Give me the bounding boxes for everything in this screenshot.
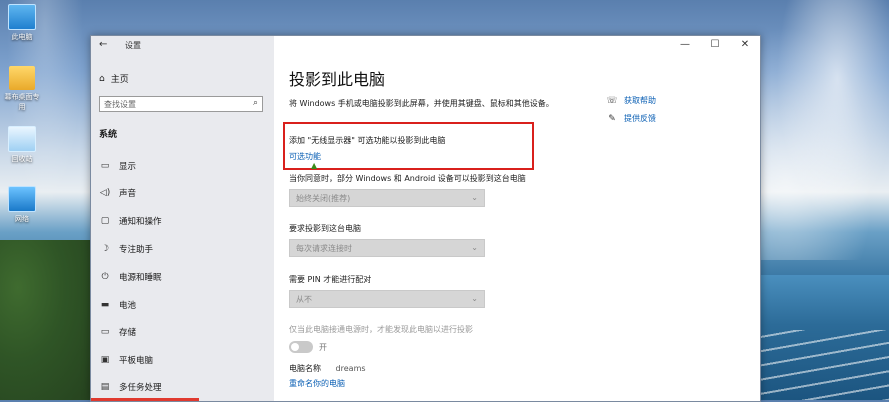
setting-label: 要求投影到这台电脑 — [289, 224, 361, 233]
get-help-link[interactable]: ☏ 获取帮助 — [606, 95, 656, 106]
power-discover-toggle[interactable] — [289, 341, 313, 353]
sidebar-item-display[interactable]: ▭ 显示 — [99, 157, 269, 175]
chevron-down-icon: ⌄ — [471, 243, 478, 252]
computer-icon — [8, 4, 36, 30]
multitask-icon: ▤ — [100, 382, 110, 392]
network-icon — [8, 186, 36, 212]
sound-icon: ◁) — [99, 188, 111, 198]
setting-label: 需要 PIN 才能进行配对 — [289, 275, 372, 284]
sidebar-item-label: 平板电脑 — [119, 356, 154, 366]
pc-name-value: dreams — [335, 364, 366, 373]
sidebar-item-label: 存储 — [119, 328, 137, 338]
sidebar-item-tablet[interactable]: ▣ 平板电脑 — [99, 351, 269, 369]
home-icon: ⌂ — [99, 73, 105, 84]
sidebar-item-label: 声音 — [119, 189, 137, 199]
recycle-bin-icon — [8, 126, 36, 152]
title-bar: ← 设置 — [91, 36, 274, 54]
sidebar-section-title: 系统 — [99, 130, 118, 140]
setting-dropdown-pin[interactable]: 从不 ⌄ — [289, 290, 485, 308]
desktop-icon-recycle-bin[interactable]: 回收站 — [2, 126, 42, 164]
sidebar: ← 设置 ⌂ 主页 查找设置 ⌕ 系统 ▭ 显示 ◁) 声音 ▢ 通知和操作 ☽… — [91, 36, 274, 401]
desktop-icon-label: 幕布桌面专用 — [4, 93, 40, 111]
search-icon: ⌕ — [252, 98, 258, 108]
sidebar-home-label: 主页 — [110, 75, 129, 85]
folder-icon — [9, 66, 35, 90]
get-help-label: 获取帮助 — [624, 96, 656, 105]
desktop-icon-label: 此电脑 — [11, 33, 33, 41]
tablet-icon: ▣ — [100, 355, 110, 365]
search-input[interactable]: 查找设置 ⌕ — [99, 96, 263, 112]
window-controls: — ☐ ✕ — [670, 36, 760, 54]
dropdown-value: 始终关闭(推荐) — [296, 194, 351, 203]
dropdown-value: 从不 — [296, 295, 312, 304]
back-arrow-icon[interactable]: ← — [99, 39, 107, 50]
window-title: 设置 — [125, 41, 141, 50]
battery-icon: ▬ — [100, 300, 110, 310]
sidebar-item-focus-assist[interactable]: ☽ 专注助手 — [99, 240, 269, 258]
desktop-icon-this-pc[interactable]: 此电脑 — [2, 4, 42, 42]
dropdown-value: 每次请求连接时 — [296, 244, 352, 253]
close-button[interactable]: ✕ — [730, 36, 760, 54]
feedback-icon: ✎ — [608, 113, 616, 124]
chevron-down-icon: ⌄ — [471, 193, 478, 202]
help-icon: ☏ — [606, 95, 618, 106]
display-icon: ▭ — [100, 161, 110, 171]
power-icon: ⏻ — [101, 272, 109, 282]
desktop-icon-label: 回收站 — [11, 155, 33, 163]
mouse-cursor-icon: ▲ — [311, 161, 318, 170]
sidebar-item-label: 多任务处理 — [119, 383, 162, 393]
chevron-down-icon: ⌄ — [471, 294, 478, 303]
toggle-knob — [291, 343, 299, 351]
setting-dropdown-ask[interactable]: 每次请求连接时 ⌄ — [289, 239, 485, 257]
desktop-icon-folder[interactable]: 幕布桌面专用 — [2, 66, 42, 112]
sidebar-item-sound[interactable]: ◁) 声音 — [99, 184, 269, 202]
pc-name-row: 电脑名称 dreams — [289, 363, 366, 374]
give-feedback-link[interactable]: ✎ 提供反馈 — [606, 113, 656, 124]
main-content: — ☐ ✕ 投影到此电脑 将 Windows 手机或电脑投影到此屏幕，并使用其键… — [274, 36, 760, 401]
sidebar-item-battery[interactable]: ▬ 电池 — [99, 296, 269, 314]
add-feature-label: 添加 "无线显示器" 可选功能以投影到此电脑 — [289, 136, 446, 145]
give-feedback-label: 提供反馈 — [624, 114, 656, 123]
sidebar-item-label: 通知和操作 — [119, 217, 162, 227]
power-discover-label: 仅当此电脑接通电源时，才能发现此电脑以进行投影 — [289, 325, 473, 334]
rename-pc-link[interactable]: 重命名你的电脑 — [289, 378, 345, 389]
toggle-state-label: 开 — [319, 343, 327, 352]
desktop-icon-label: 网络 — [15, 215, 29, 223]
setting-dropdown-allow[interactable]: 始终关闭(推荐) ⌄ — [289, 189, 485, 207]
page-description: 将 Windows 手机或电脑投影到此屏幕，并使用其键盘、鼠标和其他设备。 — [289, 99, 554, 108]
focus-assist-icon: ☽ — [100, 244, 110, 254]
settings-window: ← 设置 ⌂ 主页 查找设置 ⌕ 系统 ▭ 显示 ◁) 声音 ▢ 通知和操作 ☽… — [90, 35, 761, 402]
sidebar-item-label: 电源和睡眠 — [119, 273, 162, 283]
sidebar-item-label: 电池 — [119, 301, 137, 311]
sidebar-item-notifications[interactable]: ▢ 通知和操作 — [99, 212, 269, 230]
sidebar-item-label: 显示 — [119, 162, 137, 172]
sidebar-item-power-sleep[interactable]: ⏻ 电源和睡眠 — [99, 268, 269, 286]
setting-label: 当你同意时，部分 Windows 和 Android 设备可以投影到这台电脑 — [289, 174, 526, 183]
search-placeholder: 查找设置 — [104, 100, 136, 109]
sidebar-home[interactable]: ⌂ 主页 — [99, 72, 129, 86]
sidebar-item-label: 专注助手 — [119, 245, 154, 255]
pc-name-label: 电脑名称 — [289, 364, 321, 373]
sidebar-item-storage[interactable]: ▭ 存储 — [99, 323, 269, 341]
minimize-button[interactable]: — — [670, 36, 700, 54]
notification-icon: ▢ — [100, 216, 110, 226]
page-title: 投影到此电脑 — [289, 70, 386, 89]
highlight-box — [283, 122, 534, 170]
desktop-icon-network[interactable]: 网络 — [2, 186, 42, 224]
sidebar-item-multitasking[interactable]: ▤ 多任务处理 — [99, 378, 269, 396]
storage-icon: ▭ — [100, 327, 110, 337]
maximize-button[interactable]: ☐ — [700, 36, 730, 54]
